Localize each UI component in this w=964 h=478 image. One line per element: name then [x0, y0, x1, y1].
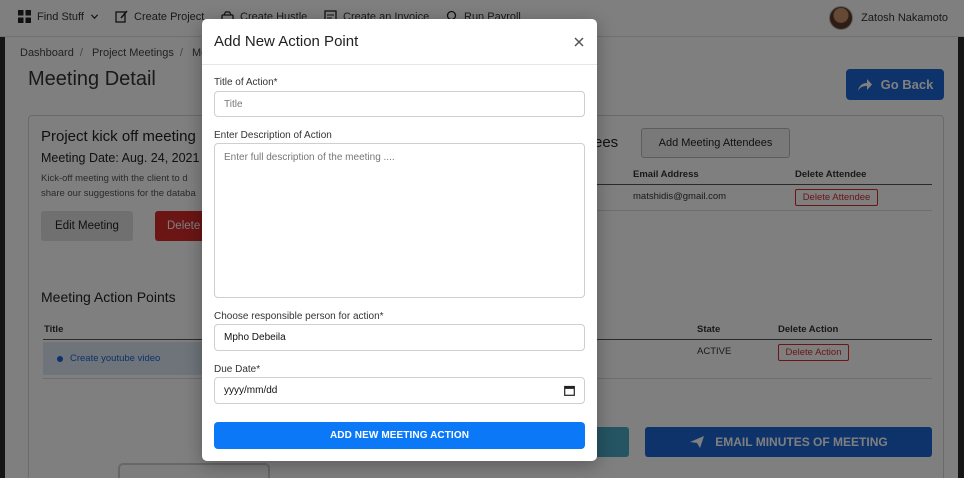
- title-label: Title of Action*: [214, 77, 278, 88]
- description-textarea[interactable]: [214, 143, 585, 298]
- responsible-person-input[interactable]: [214, 324, 585, 351]
- modal-header: Add New Action Point: [202, 19, 597, 65]
- add-action-point-modal: Add New Action Point Title of Action* En…: [202, 19, 597, 461]
- description-label: Enter Description of Action: [214, 130, 332, 141]
- due-date-input[interactable]: yyyy/mm/dd: [214, 377, 585, 404]
- add-meeting-action-button[interactable]: ADD NEW MEETING ACTION: [214, 422, 585, 449]
- title-input[interactable]: [214, 91, 585, 117]
- calendar-icon[interactable]: [564, 385, 575, 396]
- responsible-person-label: Choose responsible person for action*: [214, 311, 384, 322]
- due-date-label: Due Date*: [214, 364, 261, 375]
- due-date-placeholder: yyyy/mm/dd: [224, 385, 278, 396]
- close-icon[interactable]: [572, 35, 586, 49]
- modal-title: Add New Action Point: [214, 33, 359, 50]
